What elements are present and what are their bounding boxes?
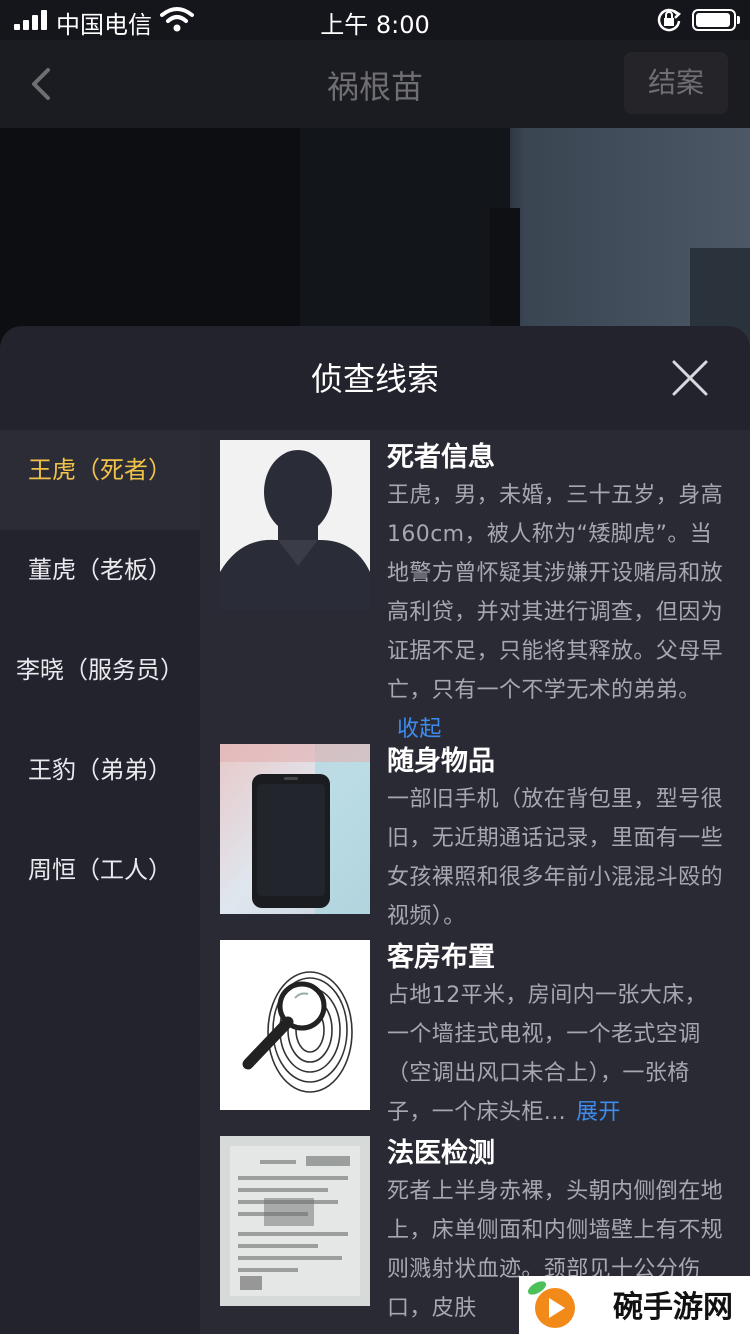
- clue-description: 王虎，男，未婚，三十五岁，身高160cm，被人称为“矮脚虎”。当地警方曾怀疑其涉…: [387, 476, 724, 749]
- clue-text: 一部旧手机（放在背包里，型号很旧，无近期通话记录，里面有一些女孩裸照和很多年前小…: [387, 787, 724, 929]
- clue-list: 死者信息 王虎，男，未婚，三十五岁，身高160cm，被人称为“矮脚虎”。当地警方…: [200, 430, 750, 1334]
- sidebar-item-dong-hu[interactable]: 董虎（老板）: [0, 530, 200, 630]
- sidebar-item-li-xiao[interactable]: 李晓（服务员）: [0, 630, 200, 730]
- report-document-icon: [220, 1136, 370, 1306]
- clue-title: 随身物品: [387, 746, 495, 777]
- rotation-lock-icon: [657, 8, 682, 32]
- battery-icon: [692, 9, 740, 31]
- sidebar-item-wang-bao[interactable]: 王豹（弟弟）: [0, 730, 200, 830]
- fingerprint-magnifier-icon: [220, 940, 370, 1110]
- watermark: 碗手游网: [519, 1276, 750, 1334]
- sidebar-item-zhou-heng[interactable]: 周恒（工人）: [0, 830, 200, 930]
- suspect-sidebar: 王虎（死者） 董虎（老板） 李晓（服务员） 王豹（弟弟） 周恒（工人）: [0, 430, 200, 1334]
- sheet-title: 侦查线索: [310, 360, 439, 398]
- clue-title: 法医检测: [387, 1138, 495, 1169]
- clue-text: 占地12平米，房间内一张大床，一个墙挂式电视，一个老式空调（空调出风口未合上），…: [387, 983, 707, 1125]
- silhouette-icon: [220, 440, 370, 610]
- sidebar-item-wang-hu[interactable]: 王虎（死者）: [0, 430, 200, 530]
- watermark-logo-icon: [527, 1281, 575, 1328]
- sheet-header: 侦查线索: [0, 326, 750, 430]
- clue-sheet: 侦查线索 王虎（死者） 董虎（老板） 李晓（服务员） 王豹（弟弟） 周恒（工人）…: [0, 326, 750, 1334]
- phone-icon: [220, 744, 370, 914]
- nav-bar: 祸根苗 结案: [0, 40, 750, 128]
- clue-text: 王虎，男，未婚，三十五岁，身高160cm，被人称为“矮脚虎”。当地警方曾怀疑其涉…: [387, 483, 724, 703]
- watermark-text: 碗手游网: [613, 1290, 733, 1325]
- clock: 上午 8:00: [320, 11, 430, 39]
- clue-title: 死者信息: [387, 442, 495, 473]
- close-icon[interactable]: [668, 356, 712, 400]
- clue-description: 占地12平米，房间内一张大床，一个墙挂式电视，一个老式空调（空调出风口未合上），…: [387, 976, 724, 1132]
- collapse-link[interactable]: 收起: [387, 717, 442, 742]
- clue-title: 客房布置: [387, 942, 495, 973]
- close-case-button[interactable]: 结案: [624, 52, 728, 114]
- expand-link[interactable]: 展开: [566, 1100, 621, 1125]
- status-bar: 中国电信 上午 8:00: [0, 0, 750, 40]
- clue-description: 一部旧手机（放在背包里，型号很旧，无近期通话记录，里面有一些女孩裸照和很多年前小…: [387, 780, 724, 936]
